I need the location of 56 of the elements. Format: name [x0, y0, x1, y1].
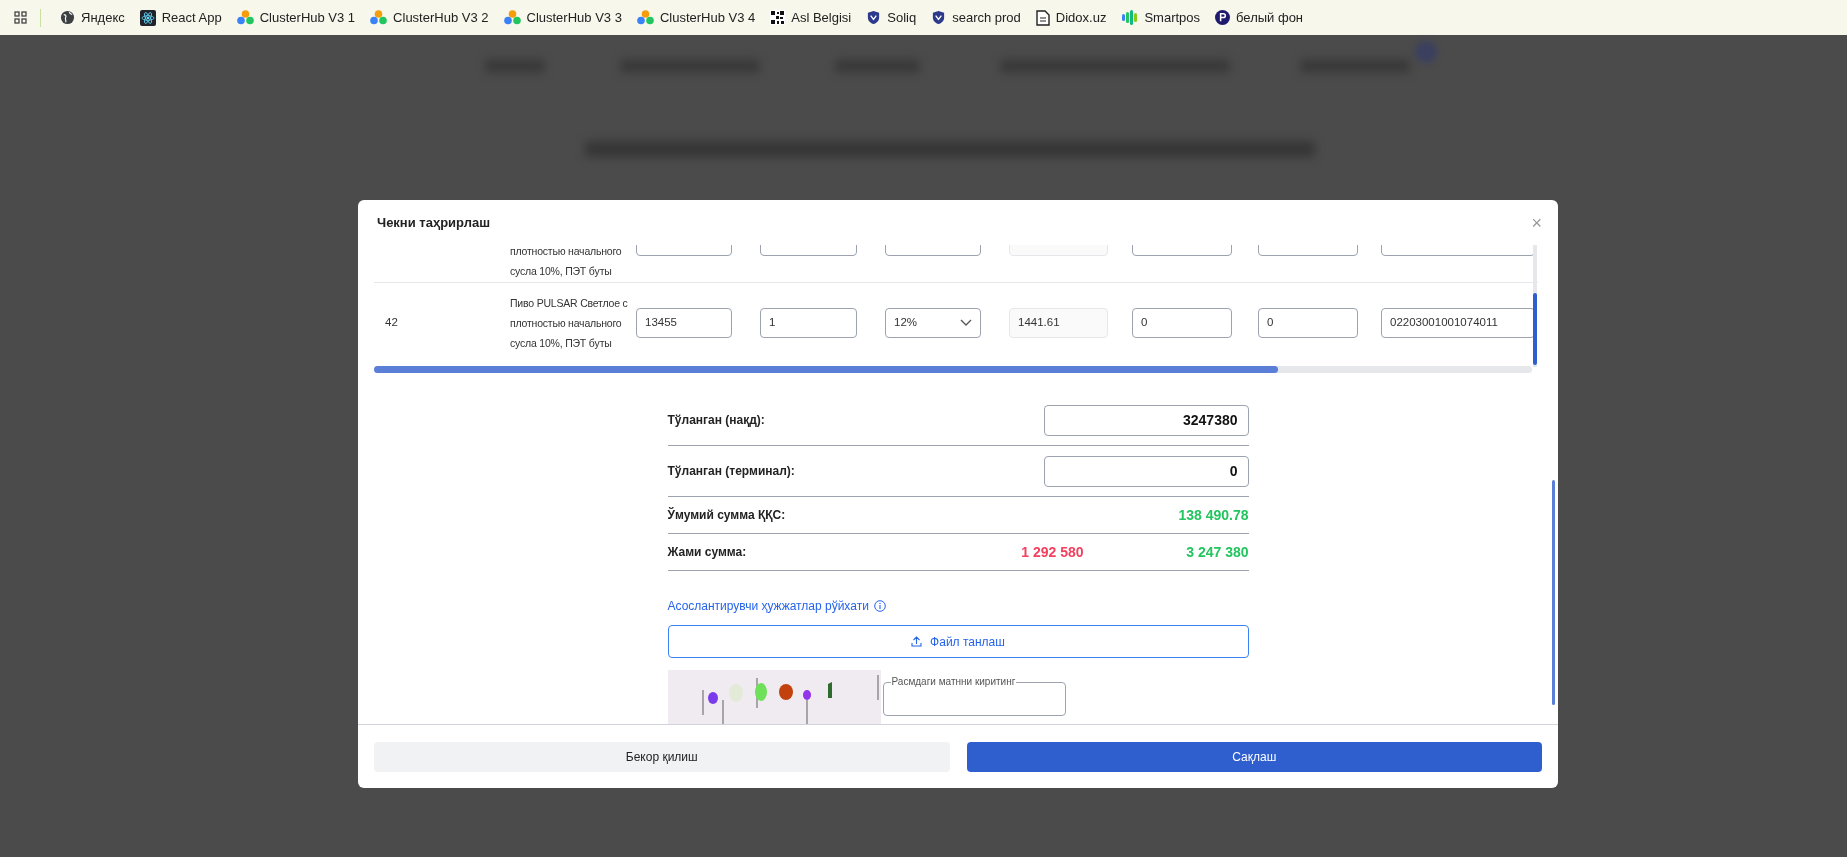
- chevron-down-icon: [960, 319, 972, 326]
- input-field[interactable]: 0: [1132, 307, 1232, 338]
- file-button[interactable]: Файл танлаш: [667, 625, 1249, 658]
- total-value: 3 247 380: [1185, 542, 1249, 562]
- bookmark[interactable]: Smartpos: [1115, 4, 1207, 31]
- total-label: Жами сумма:: [667, 544, 748, 561]
- total-label: Ўмумий сумма ҚҚС:: [667, 506, 787, 524]
- input-field[interactable]: 0: [1258, 307, 1358, 338]
- letter-badge-icon: [1215, 10, 1231, 25]
- bookmark[interactable]: Яндекс: [54, 4, 131, 31]
- readonly-field: 1441.61: [1009, 307, 1108, 338]
- total-label: Тўланган (нақд):: [667, 412, 766, 429]
- total-label: Тўланган (терминал):: [667, 463, 796, 480]
- select-field[interactable]: 12%: [885, 307, 981, 338]
- bookmark[interactable]: ClusterHub V3 1: [230, 4, 362, 31]
- horizontal-scrollbar[interactable]: [374, 366, 1532, 373]
- bookmark[interactable]: ClusterHub V3 4: [630, 4, 762, 31]
- bookmark[interactable]: белый фон: [1209, 4, 1310, 31]
- upload-icon: [911, 636, 923, 647]
- input-field[interactable]: 02203001001074011: [1381, 307, 1535, 338]
- input-field[interactable]: 0: [1043, 455, 1249, 487]
- info-icon[interactable]: [873, 600, 886, 612]
- bookmark[interactable]: search prod: [925, 4, 1027, 31]
- shield-icon: [866, 10, 882, 25]
- circles-icon: [503, 10, 521, 25]
- bookmark[interactable]: ClusterHub V3 2: [364, 4, 495, 31]
- blurred-content: [1415, 41, 1437, 63]
- modal-title: Чекни таҳрирлаш: [377, 213, 491, 232]
- input-field[interactable]: 3247380: [1043, 404, 1249, 436]
- bars-icon: [1121, 10, 1139, 25]
- product-name: Пиво PULSAR Светлое с плотностью начального сусла 10%, ПЭТ бyты: [510, 295, 629, 351]
- input-field[interactable]: 13455: [636, 307, 732, 338]
- document-icon: [1035, 9, 1050, 26]
- bookmark[interactable]: Asl Belgisi: [764, 4, 858, 31]
- scrollbar[interactable]: [1552, 480, 1555, 705]
- bookmark[interactable]: Didox.uz: [1029, 4, 1113, 31]
- atom-icon: [139, 9, 156, 26]
- circles-icon: [236, 10, 254, 25]
- bookmark[interactable]: Soliq: [860, 4, 923, 31]
- input-field[interactable]: 1: [760, 307, 857, 338]
- apps-icon[interactable]: [14, 11, 27, 24]
- bookmark[interactable]: ClusterHub V3 3: [497, 4, 628, 31]
- circles-icon: [636, 10, 654, 25]
- total-value: 138 490.78: [1177, 505, 1249, 525]
- cancel-button[interactable]: Бекор қилиш: [374, 741, 950, 772]
- bookmark[interactable]: React App: [133, 4, 228, 31]
- pattern-icon: [770, 10, 786, 25]
- save-button[interactable]: Сақлаш: [966, 741, 1542, 772]
- circles-icon: [370, 10, 388, 25]
- vertical-scrollbar[interactable]: [1533, 245, 1537, 367]
- globe-icon: [60, 10, 75, 25]
- shield-icon: [931, 10, 947, 25]
- product-name: плотностью начального сусла 10%, ПЭТ бyты: [510, 245, 623, 279]
- row-number: 42: [385, 315, 398, 328]
- documents-link[interactable]: Асослантирувчи ҳужжатлар рўйхати: [667, 597, 869, 615]
- total-value: 1 292 580: [1020, 542, 1084, 562]
